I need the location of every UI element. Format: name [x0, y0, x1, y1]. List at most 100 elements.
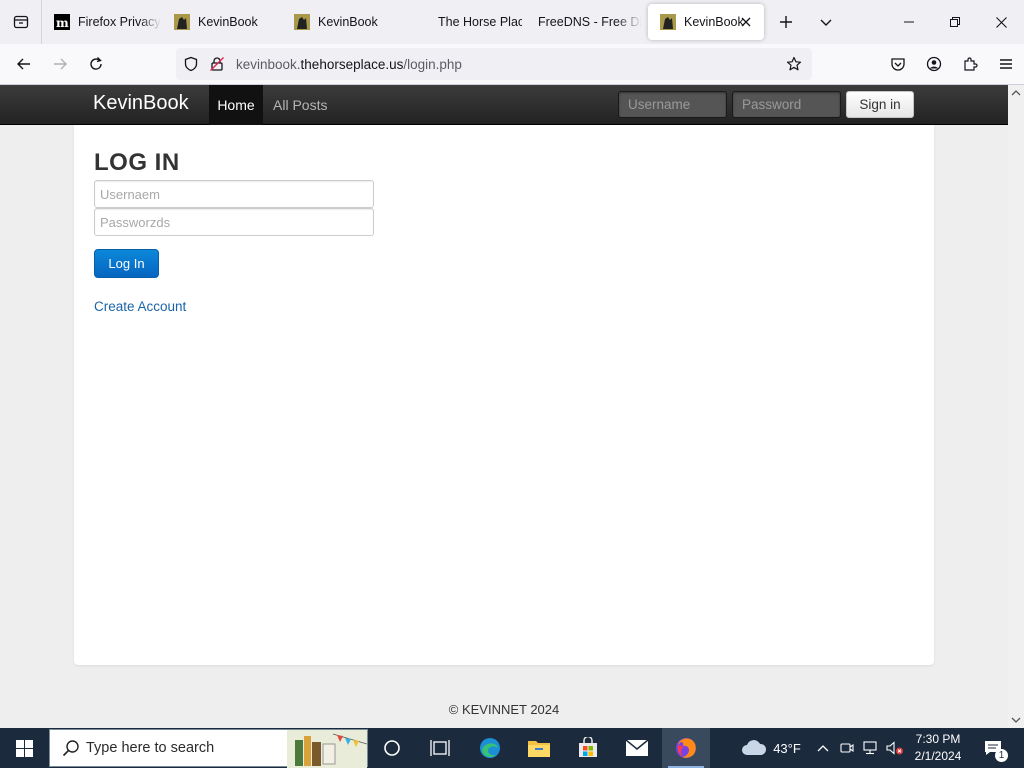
cortana-circle-icon: [384, 740, 400, 756]
account-button[interactable]: [916, 48, 952, 80]
close-window-button[interactable]: [978, 0, 1024, 44]
scroll-down-arrow-icon[interactable]: [1008, 712, 1024, 728]
search-placeholder: Type here to search: [86, 740, 215, 756]
pocket-button[interactable]: [880, 48, 916, 80]
tab-kevinbook-active[interactable]: KevinBook: [648, 4, 764, 40]
tab-title: Firefox Privacy: [78, 15, 161, 29]
show-hidden-icons-button[interactable]: [813, 728, 833, 768]
close-icon: [995, 16, 1007, 28]
edge-icon: [480, 738, 500, 758]
account-icon: [926, 56, 942, 72]
start-button[interactable]: [0, 728, 48, 768]
search-icon: [62, 740, 79, 757]
new-tab-button[interactable]: [766, 0, 806, 44]
firefox-view-button[interactable]: [0, 0, 42, 44]
toolbar-right: [880, 48, 1024, 80]
clock-time: 7:30 PM: [915, 732, 961, 746]
plus-icon: [780, 16, 792, 28]
navbar-password-input[interactable]: [732, 91, 841, 118]
task-view-button[interactable]: [416, 728, 464, 768]
site-brand[interactable]: KevinBook: [93, 92, 189, 115]
url-subdomain: kevinbook.: [236, 56, 301, 72]
system-clock[interactable]: 7:30 PM 2/1/2024: [908, 731, 968, 765]
firefox-icon: [676, 738, 696, 758]
login-password-input[interactable]: [94, 208, 374, 236]
kevinbook-icon: [660, 14, 676, 30]
app-menu-button[interactable]: [988, 48, 1024, 80]
browser-navigation-bar: kevinbook.thehorseplace.us/login.php: [0, 44, 1024, 85]
log-in-button[interactable]: Log In: [94, 249, 159, 278]
folder-icon: [528, 741, 550, 757]
puzzle-piece-icon: [964, 57, 978, 71]
camera-icon: [840, 743, 854, 753]
network-button[interactable]: [860, 728, 880, 768]
reload-button[interactable]: [78, 48, 114, 80]
forward-button[interactable]: [42, 48, 78, 80]
edge-taskbar-button[interactable]: [466, 728, 514, 768]
firefox-view-icon: [13, 15, 28, 29]
bookmark-star-icon[interactable]: [782, 52, 806, 76]
page-scrollbar[interactable]: [1008, 85, 1024, 728]
nav-home-link[interactable]: Home: [209, 85, 263, 125]
notification-count-badge: 1: [995, 749, 1008, 762]
notification-center-button[interactable]: 1: [978, 728, 1008, 768]
speaker-muted-icon: [886, 741, 903, 755]
login-username-input[interactable]: [94, 180, 374, 208]
file-explorer-button[interactable]: [515, 728, 563, 768]
insecure-lock-icon[interactable]: [204, 48, 230, 80]
meet-now-button[interactable]: [837, 728, 857, 768]
window-controls: [886, 0, 1024, 44]
nav-all-posts-link[interactable]: All Posts: [273, 97, 327, 113]
site-navbar: KevinBook Home All Posts Sign in: [0, 85, 1008, 125]
tab-title: KevinBook: [198, 15, 258, 29]
url-bar[interactable]: kevinbook.thehorseplace.us/login.php: [176, 48, 812, 80]
page-title: LOG IN: [94, 149, 180, 176]
mail-button[interactable]: [613, 728, 661, 768]
navbar-username-input[interactable]: [618, 91, 727, 118]
page-viewport: KevinBook Home All Posts Sign in LOG IN …: [0, 85, 1024, 728]
list-all-tabs-button[interactable]: [806, 0, 846, 44]
firefox-taskbar-button[interactable]: [662, 728, 710, 768]
tab-kevinbook-1[interactable]: KevinBook: [162, 4, 282, 40]
kevinbook-icon: [174, 14, 190, 30]
reload-icon: [90, 57, 102, 70]
restore-button[interactable]: [932, 0, 978, 44]
back-arrow-icon: [17, 58, 30, 70]
weather-widget[interactable]: 43°F: [736, 728, 806, 768]
url-text[interactable]: kevinbook.thehorseplace.us/login.php: [236, 57, 462, 72]
cortana-button[interactable]: [368, 728, 416, 768]
login-card: LOG IN Log In Create Account: [74, 125, 934, 665]
chevron-up-icon: [817, 745, 829, 752]
tab-freedns[interactable]: FreeDNS - Free DNS: [522, 4, 642, 40]
tab-firefox-privacy[interactable]: m Firefox Privacy: [42, 4, 162, 40]
tracking-protection-shield-icon[interactable]: [178, 48, 204, 80]
weather-temperature: 43°F: [773, 740, 801, 756]
microsoft-store-button[interactable]: [564, 728, 612, 768]
tab-title: The Horse Place: [438, 15, 522, 29]
hamburger-menu-icon: [1000, 59, 1012, 69]
mail-envelope-icon: [625, 739, 649, 756]
search-highlight-illustration: [287, 730, 367, 768]
url-path: /login.php: [403, 56, 462, 72]
extensions-button[interactable]: [952, 48, 988, 80]
scroll-up-arrow-icon[interactable]: [1008, 85, 1024, 101]
back-button[interactable]: [6, 48, 42, 80]
windows-logo-icon: [15, 739, 33, 757]
navbar-sign-in-button[interactable]: Sign in: [846, 91, 914, 118]
browser-tab-strip: m Firefox Privacy KevinBook KevinBook Th…: [0, 0, 1024, 44]
tab-kevinbook-2[interactable]: KevinBook: [282, 4, 402, 40]
tab-title: FreeDNS - Free DNS: [538, 15, 642, 29]
volume-button[interactable]: [884, 728, 906, 768]
minimize-button[interactable]: [886, 0, 932, 44]
kevinbook-icon: [294, 14, 310, 30]
network-icon: [863, 741, 877, 755]
windows-taskbar: Type here to search 43°F 7:30 PM 2/1/202…: [0, 728, 1024, 768]
restore-icon: [950, 17, 960, 27]
minimize-icon: [904, 21, 914, 23]
store-bag-icon: [579, 737, 597, 757]
close-tab-icon[interactable]: [738, 14, 754, 30]
tab-the-horse-place[interactable]: The Horse Place: [402, 4, 522, 40]
taskbar-search-box[interactable]: Type here to search: [49, 729, 368, 768]
svg-text:m: m: [56, 16, 69, 30]
create-account-link[interactable]: Create Account: [94, 299, 186, 314]
